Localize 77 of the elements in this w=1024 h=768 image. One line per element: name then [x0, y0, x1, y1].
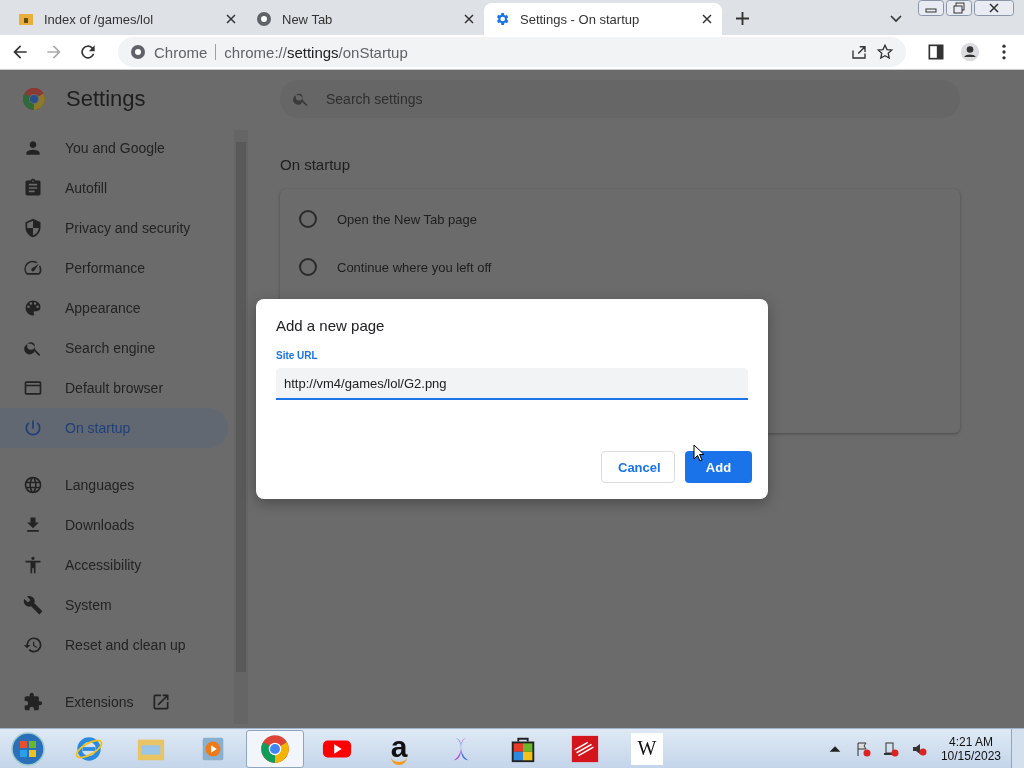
globe-icon — [23, 475, 43, 495]
star-icon[interactable] — [876, 43, 894, 61]
tab-title: Settings - On startup — [520, 11, 641, 27]
sidebar-item[interactable]: Privacy and security — [0, 208, 228, 248]
sidebar-item[interactable]: Appearance — [0, 288, 228, 328]
sidebar-item[interactable]: Search engine — [0, 328, 228, 368]
chrome-logo-icon — [22, 87, 46, 111]
browser-tab[interactable]: Settings - On startup — [484, 3, 722, 35]
start-button[interactable] — [10, 730, 46, 767]
add-button[interactable]: Add — [685, 451, 752, 483]
date-text: 10/15/2023 — [940, 748, 1001, 763]
browser-tab[interactable]: Index of /games/lol — [8, 3, 246, 35]
settings-icon — [494, 11, 510, 27]
reload-icon[interactable] — [78, 42, 98, 62]
power-icon — [23, 418, 43, 438]
gauge-icon — [23, 258, 43, 278]
chevron-down-icon[interactable] — [890, 15, 902, 23]
chrome-logo-icon — [260, 733, 290, 764]
field-label: Site URL — [276, 350, 319, 361]
restore-icon[interactable] — [946, 0, 972, 16]
tab-title: New Tab — [282, 11, 334, 27]
sidebar-item[interactable]: Performance — [0, 248, 228, 288]
taskbar-wiki-button[interactable]: W — [618, 729, 676, 768]
amazon-logo: a — [390, 732, 408, 765]
flag-logo-icon — [570, 733, 600, 764]
search-field[interactable]: Search settings — [280, 80, 960, 118]
sidebar-item[interactable]: Downloads — [0, 505, 228, 545]
flag-warning-icon[interactable] — [854, 740, 871, 757]
section-heading: On startup — [280, 156, 352, 173]
browser-window-icon — [23, 378, 43, 398]
browser-tab[interactable]: New Tab — [246, 3, 484, 35]
shield-icon — [23, 218, 43, 238]
tab-title: Index of /games/lol — [44, 11, 155, 27]
sidebar-item[interactable]: You and Google — [0, 128, 228, 168]
close-icon[interactable] — [464, 14, 474, 24]
sidebar-item[interactable]: On startup — [0, 408, 228, 448]
new-tab-icon[interactable] — [736, 12, 749, 25]
puzzle-icon — [23, 692, 43, 712]
wrench-icon — [23, 595, 43, 615]
network-icon[interactable] — [882, 740, 899, 757]
address-bar[interactable]: Chrome chrome://settings/onStartup — [118, 37, 906, 67]
close-icon[interactable] — [226, 14, 236, 24]
time-text: 4:21 AM — [948, 734, 993, 749]
chrome-icon — [256, 11, 272, 27]
sidebar-item[interactable]: System — [0, 585, 228, 625]
url-input-field[interactable]: http://vm4/games/lol/G2.png — [276, 368, 748, 400]
settings-title: Settings — [66, 86, 146, 112]
sidebar-item[interactable]: Reset and clean up — [0, 625, 228, 665]
taskbar-chrome-button[interactable] — [246, 729, 304, 768]
sidebar-item[interactable]: Extensions — [0, 682, 228, 722]
side-panel-icon[interactable] — [926, 42, 946, 62]
clipboard-icon — [23, 178, 43, 198]
minimize-icon[interactable] — [918, 0, 944, 16]
profile-avatar-icon[interactable] — [960, 42, 980, 62]
accessibility-icon — [23, 555, 43, 575]
sidebar-item[interactable]: Accessibility — [0, 545, 228, 585]
close-icon[interactable] — [702, 14, 712, 24]
cancel-button[interactable]: Cancel — [601, 451, 675, 483]
option-label: Continue where you left off — [337, 259, 492, 275]
site-label: Chrome — [154, 43, 208, 61]
palette-icon — [23, 298, 43, 318]
sidebar-item[interactable]: Languages — [0, 465, 228, 505]
close-window-icon[interactable] — [974, 0, 1014, 16]
taskbar-amazon-button[interactable]: a — [370, 729, 428, 768]
chrome-icon — [130, 44, 146, 60]
mouse-cursor-icon — [693, 444, 705, 462]
share-icon[interactable] — [850, 43, 868, 61]
wikipedia-logo: W — [631, 732, 663, 765]
radio-button[interactable] — [299, 210, 317, 228]
option-label: Open the New Tab page — [337, 211, 477, 227]
dialog-title: Add a new page — [276, 317, 386, 334]
radio-button[interactable] — [299, 258, 317, 276]
history-icon — [23, 635, 43, 655]
sidebar-item[interactable]: Autofill — [0, 168, 228, 208]
clock[interactable]: 4:21 AM 10/15/2023 — [940, 734, 1001, 763]
sidebar-item[interactable]: Default browser — [0, 368, 228, 408]
url-text: chrome://settings/onStartup — [224, 43, 408, 61]
